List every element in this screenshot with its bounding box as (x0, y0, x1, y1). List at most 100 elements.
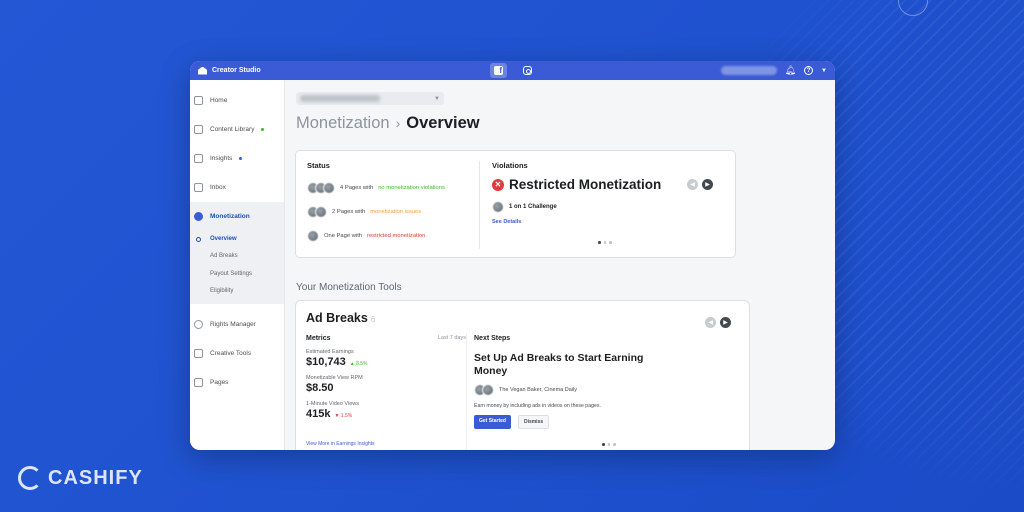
page-avatars (474, 384, 494, 396)
watermark-text: CASHIFY (48, 466, 143, 489)
status-text: 2 Pages with (332, 208, 366, 215)
sidebar: Home Content Library Insights Inbox Mone… (190, 80, 285, 450)
metrics-heading: Metrics (306, 335, 331, 342)
account-selector[interactable] (720, 66, 777, 75)
notification-dot (239, 157, 243, 160)
next-steps-description: Earn money by including ads in videos on… (474, 403, 601, 409)
subnav-eligibility[interactable]: Eligibility (190, 283, 284, 301)
violation-page-name: 1 on 1 Challenge (509, 204, 557, 210)
sidebar-item-home[interactable]: Home (190, 86, 284, 115)
subnav-ad-breaks[interactable]: Ad Breaks (190, 248, 284, 266)
selected-page-name (300, 95, 380, 102)
status-card: Status 4 Pages with no monetization viol… (295, 150, 736, 258)
home-icon (194, 96, 203, 105)
count-badge: 6 (370, 315, 376, 324)
view-more-link[interactable]: View More in Earnings Insights (306, 441, 375, 447)
prev-arrow-icon[interactable]: ◀ (687, 179, 698, 190)
sidebar-item-label: Inbox (210, 184, 226, 191)
metric-value: $10,743 (306, 356, 346, 368)
sidebar-item-creative-tools[interactable]: Creative Tools (190, 339, 284, 368)
sidebar-item-label: Content Library (210, 126, 255, 133)
next-steps-heading: Next Steps (474, 335, 511, 342)
page-avatars (307, 181, 335, 194)
get-started-button[interactable]: Get Started (474, 415, 511, 429)
cashify-logo-icon (18, 466, 42, 490)
sidebar-item-content-library[interactable]: Content Library (190, 115, 284, 144)
sidebar-item-pages[interactable]: Pages (190, 368, 284, 397)
chevron-down-icon[interactable]: ▼ (821, 68, 827, 74)
avatar (492, 201, 504, 213)
bell-icon[interactable]: 🔔︎ (785, 66, 796, 75)
sidebar-item-label: Pages (210, 379, 229, 386)
status-row[interactable]: 2 Pages with monetization issues (307, 205, 479, 218)
metric-label: 1-Minute Video Views (306, 401, 359, 407)
sidebar-item-inbox[interactable]: Inbox (190, 173, 284, 202)
breadcrumb-current: Overview (406, 114, 480, 132)
metric-change: ▼ 1.5% (334, 413, 353, 419)
instagram-tab[interactable] (519, 63, 536, 78)
sidebar-item-insights[interactable]: Insights (190, 144, 284, 173)
metric-view-rpm: Monetizable View RPM $8.50 (306, 375, 466, 394)
metric-estimated-earnings: Estimated Earnings $10,743 ▲ 8.5% (306, 349, 466, 368)
violations-heading: Violations (492, 161, 528, 170)
metric-label: Monetizable View RPM (306, 375, 363, 381)
violation-title-text: Restricted Monetization (509, 177, 662, 192)
facebook-icon: f (494, 66, 503, 75)
metric-value: 415k (306, 408, 331, 420)
carousel-dots (598, 241, 612, 244)
library-icon (194, 125, 203, 134)
dollar-icon (194, 212, 203, 221)
status-row[interactable]: One Page with restricted monetization (307, 229, 479, 242)
status-row[interactable]: 4 Pages with no monetization violations (307, 181, 479, 194)
metrics-header: Metrics Last 7 days (306, 335, 466, 342)
page-avatars (307, 229, 319, 242)
chevron-down-icon: ▼ (434, 95, 440, 102)
dismiss-button[interactable]: Dismiss (517, 415, 550, 429)
subnav-overview[interactable]: Overview (190, 230, 284, 248)
date-range[interactable]: Last 7 days (438, 335, 466, 342)
sidebar-item-label: Home (210, 97, 228, 104)
sidebar-item-label: Monetization (210, 213, 250, 220)
subnav-payout-settings[interactable]: Payout Settings (190, 265, 284, 283)
next-steps-title: Set Up Ad Breaks to Start Earning Money (474, 352, 644, 377)
violation-page: 1 on 1 Challenge (492, 201, 727, 213)
breadcrumb-section[interactable]: Monetization (296, 114, 390, 133)
see-details-link[interactable]: See Details (492, 219, 727, 225)
status-text: One Page with (324, 232, 363, 239)
monetization-subnav: Overview Ad Breaks Payout Settings Eligi… (190, 230, 284, 304)
card-title: Ad Breaks (306, 311, 368, 325)
pages-icon (194, 378, 203, 387)
page-selector[interactable]: ▼ (296, 92, 444, 105)
status-column: Status 4 Pages with no monetization viol… (307, 161, 479, 242)
next-arrow-icon[interactable]: ▶ (720, 317, 731, 328)
notification-dot (261, 128, 265, 131)
next-arrow-icon[interactable]: ▶ (702, 179, 713, 190)
status-highlight: monetization issues (370, 208, 422, 215)
cashify-watermark: CASHIFY (18, 466, 143, 490)
top-right-controls: 🔔︎ ? ▼ (720, 61, 827, 80)
help-icon[interactable]: ? (804, 66, 814, 75)
top-bar: Creator Studio f 🔔︎ ? ▼ (190, 61, 835, 80)
instagram-icon (523, 66, 532, 75)
facebook-tab[interactable]: f (490, 63, 507, 78)
ad-breaks-title: Ad Breaks 6 (306, 311, 375, 325)
prev-arrow-icon[interactable]: ◀ (705, 317, 716, 328)
tools-heading: Your Monetization Tools (296, 282, 402, 293)
next-steps-pager: ◀ ▶ (705, 317, 731, 328)
page-title: Monetization › Overview (296, 114, 480, 133)
brand[interactable]: Creator Studio (198, 66, 261, 75)
error-icon: ✕ (492, 178, 504, 191)
sidebar-item-monetization[interactable]: Monetization (190, 202, 284, 231)
metric-change: ▲ 8.5% (349, 361, 368, 367)
app-title: Creator Studio (212, 67, 261, 74)
creative-tools-icon (194, 349, 203, 358)
status-text: 4 Pages with (340, 184, 374, 191)
carousel-dots (602, 443, 616, 446)
creator-studio-logo-icon (198, 66, 207, 75)
sidebar-item-label: Insights (210, 155, 233, 162)
sidebar-item-rights-manager[interactable]: Rights Manager (190, 310, 284, 339)
copyright-icon (194, 320, 203, 329)
page-names: The Vegan Baker, Cinema Daily (499, 387, 577, 393)
divider (466, 333, 467, 450)
status-heading: Status (307, 161, 330, 170)
